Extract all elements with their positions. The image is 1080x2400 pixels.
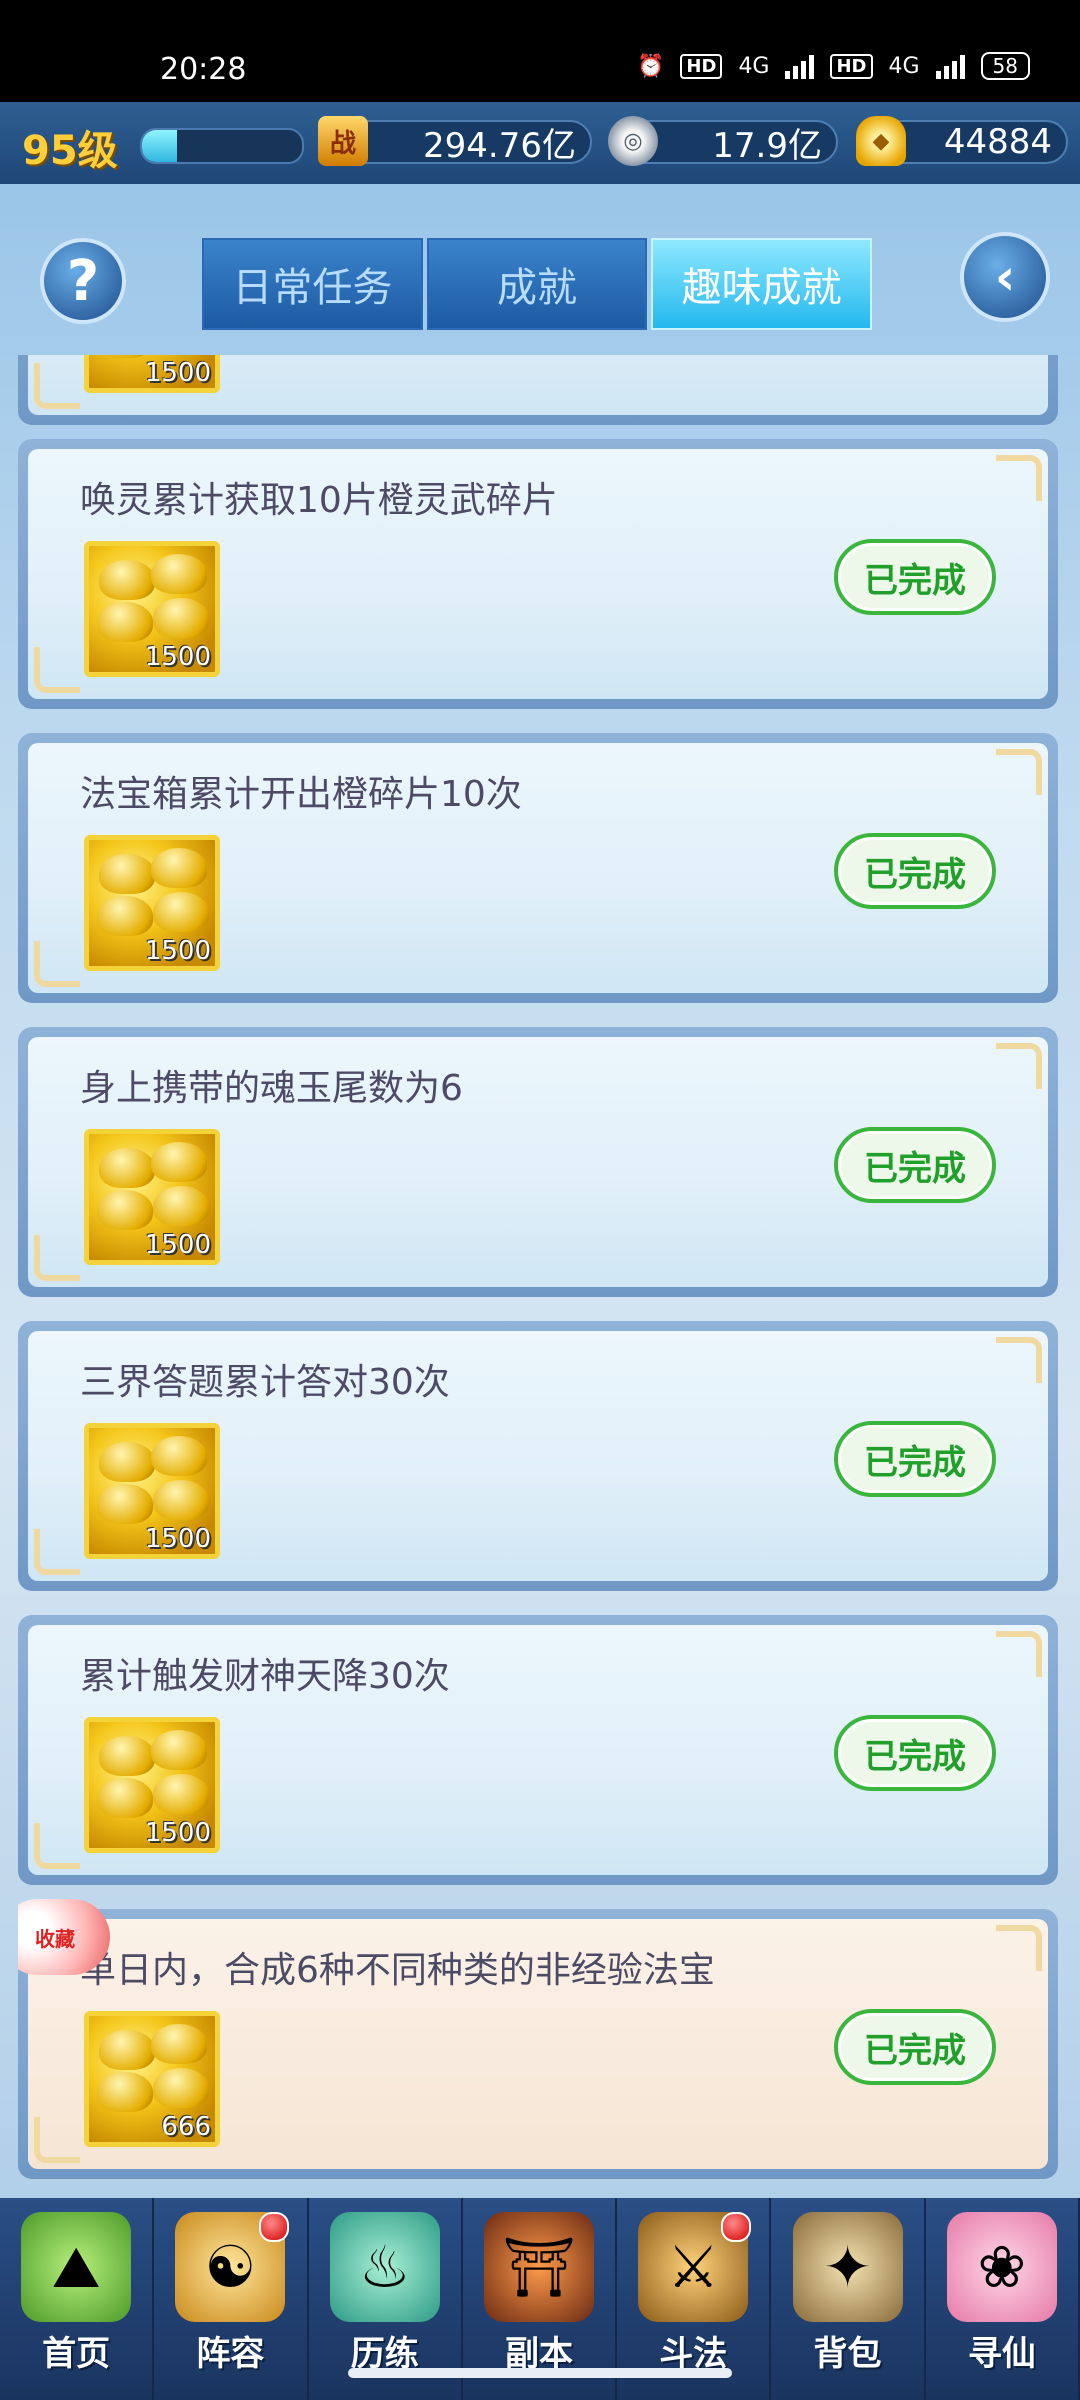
training-gourd-icon: ♨ (329, 2212, 440, 2322)
nav-label: 寻仙 (967, 2334, 1036, 2374)
gold-value: 44884 (943, 122, 1052, 162)
nav-home[interactable]: ⛰ 首页 (0, 2198, 155, 2400)
silver-value: 17.9亿 (712, 125, 822, 166)
status-time: 20:28 (160, 52, 247, 87)
reward-quantity: 1500 (144, 642, 211, 672)
achievement-title: 累计触发财神天降30次 (80, 1656, 450, 1697)
reward-quantity: 1500 (144, 1524, 211, 1554)
reward-quantity: 1500 (144, 1818, 211, 1848)
reward-quantity: 1500 (144, 1230, 211, 1260)
corner-ornament (996, 1925, 1042, 1971)
notification-dot (721, 2212, 752, 2242)
reward-quantity: 666 (161, 2112, 211, 2142)
achievement-title: 唤灵累计获取10片橙灵武碎片 (80, 480, 558, 521)
corner-ornament (34, 1823, 80, 1869)
status-icons: ⏰ HD 4G HD 4G 58 (637, 52, 1030, 80)
nav-label: 背包 (813, 2334, 882, 2374)
corner-ornament (34, 1529, 80, 1575)
achievement-card: 身上携带的魂玉尾数为6 1500 已完成 (18, 1027, 1058, 1297)
achievement-card: 累计触发财神天降30次 1500 已完成 (18, 1615, 1058, 1885)
reward-gold-ingots[interactable]: 1500 (84, 1423, 220, 1559)
home-island-icon: ⛰ (21, 2212, 132, 2322)
net-type-1: 4G (738, 53, 770, 79)
silver-currency[interactable]: ◎ 17.9亿 (608, 116, 838, 166)
nav-seek-immortal[interactable]: ❀ 寻仙 (926, 2198, 1080, 2400)
achievement-title: 身上携带的魂玉尾数为6 (80, 1068, 463, 1109)
xp-progress-bar (140, 128, 304, 164)
home-indicator[interactable] (348, 2368, 732, 2378)
completed-button[interactable]: 已完成 (834, 2009, 996, 2085)
reward-gold-ingots[interactable]: 1500 (84, 835, 220, 971)
completed-button[interactable]: 已完成 (834, 1715, 996, 1791)
corner-ornament (34, 1235, 80, 1281)
reward-quantity: 1500 (144, 936, 211, 966)
tab-fun-achievements[interactable]: 趣味成就 (651, 238, 873, 330)
corner-ornament (996, 455, 1042, 501)
corner-ornament (996, 1631, 1042, 1677)
signal-icon-2 (935, 53, 965, 79)
nav-formation[interactable]: ☯ 阵容 (154, 2198, 309, 2400)
combat-power-value: 294.76亿 (423, 125, 576, 166)
silver-coin-icon: ◎ (608, 116, 658, 166)
net-type-2: 4G (888, 53, 920, 79)
achievement-card: 1500 (18, 355, 1058, 425)
nav-label: 阵容 (196, 2334, 265, 2374)
tab-daily-tasks[interactable]: 日常任务 (202, 238, 423, 330)
xp-progress-fill (142, 130, 178, 162)
achievement-card: 唤灵累计获取10片橙灵武碎片 1500 已完成 (18, 439, 1058, 709)
help-button[interactable]: ? (40, 238, 126, 324)
reward-quantity: 1500 (144, 358, 211, 388)
gold-currency[interactable]: ◆ 44884 (856, 116, 1068, 166)
bag-icon: ✦ (792, 2212, 903, 2322)
achievement-card: 法宝箱累计开出橙碎片10次 1500 已完成 (18, 733, 1058, 1003)
corner-ornament (996, 1337, 1042, 1383)
completed-button[interactable]: 已完成 (834, 1127, 996, 1203)
battery-icon: 58 (980, 52, 1030, 80)
gold-ingot-icon: ◆ (856, 116, 906, 166)
nav-label: 首页 (42, 2334, 111, 2374)
corner-ornament (34, 2117, 80, 2163)
corner-ornament (34, 941, 80, 987)
achievement-tabs: 日常任务 成就 趣味成就 (202, 238, 876, 330)
reward-gold-ingots[interactable]: 1500 (84, 1717, 220, 1853)
achievement-title: 单日内，合成6种不同种类的非经验法宝 (80, 1950, 715, 1991)
collection-badge: 收藏 (18, 1899, 110, 1975)
corner-ornament (996, 1043, 1042, 1089)
corner-ornament (34, 363, 80, 409)
achievement-title: 三界答题累计答对30次 (80, 1362, 450, 1403)
achievement-title: 法宝箱累计开出橙碎片10次 (80, 774, 522, 815)
completed-button[interactable]: 已完成 (834, 1421, 996, 1497)
reward-gold-ingots[interactable]: 1500 (84, 541, 220, 677)
hd-badge-1: HD (680, 53, 723, 79)
reward-gold-ingots[interactable]: 666 (84, 2011, 220, 2147)
achievement-card: 三界答题累计答对30次 1500 已完成 (18, 1321, 1058, 1591)
corner-ornament (996, 749, 1042, 795)
resource-bar: 95级 战 294.76亿 ◎ 17.9亿 ◆ 44884 (0, 102, 1080, 184)
back-button[interactable]: ‹ (960, 232, 1050, 322)
back-arrow-icon: ‹ (994, 248, 1016, 306)
corner-ornament (34, 647, 80, 693)
dungeon-gate-icon: ⛩ (483, 2212, 594, 2322)
nav-bag[interactable]: ✦ 背包 (771, 2198, 926, 2400)
achievement-card: 单日内，合成6种不同种类的非经验法宝 666 已完成 收藏 (18, 1899, 1058, 2179)
completed-button[interactable]: 已完成 (834, 539, 996, 615)
reward-gold-ingots[interactable]: 1500 (84, 355, 220, 393)
notification-dot (258, 2212, 289, 2242)
combat-power[interactable]: 战 294.76亿 (318, 116, 592, 166)
tab-achievements[interactable]: 成就 (426, 238, 648, 330)
hd-badge-2: HD (830, 53, 873, 79)
player-level: 95级 (22, 128, 118, 174)
signal-icon (785, 53, 815, 79)
achievement-list[interactable]: 1500 唤灵累计获取10片橙灵武碎片 1500 已完成 法宝箱累计开出橙碎片1… (18, 355, 1058, 2190)
fairy-icon: ❀ (946, 2212, 1057, 2322)
completed-button[interactable]: 已完成 (834, 833, 996, 909)
status-bar: 20:28 ⏰ HD 4G HD 4G 58 (0, 0, 1080, 102)
reward-gold-ingots[interactable]: 1500 (84, 1129, 220, 1265)
alarm-icon: ⏰ (637, 53, 665, 79)
combat-icon: 战 (318, 116, 368, 166)
